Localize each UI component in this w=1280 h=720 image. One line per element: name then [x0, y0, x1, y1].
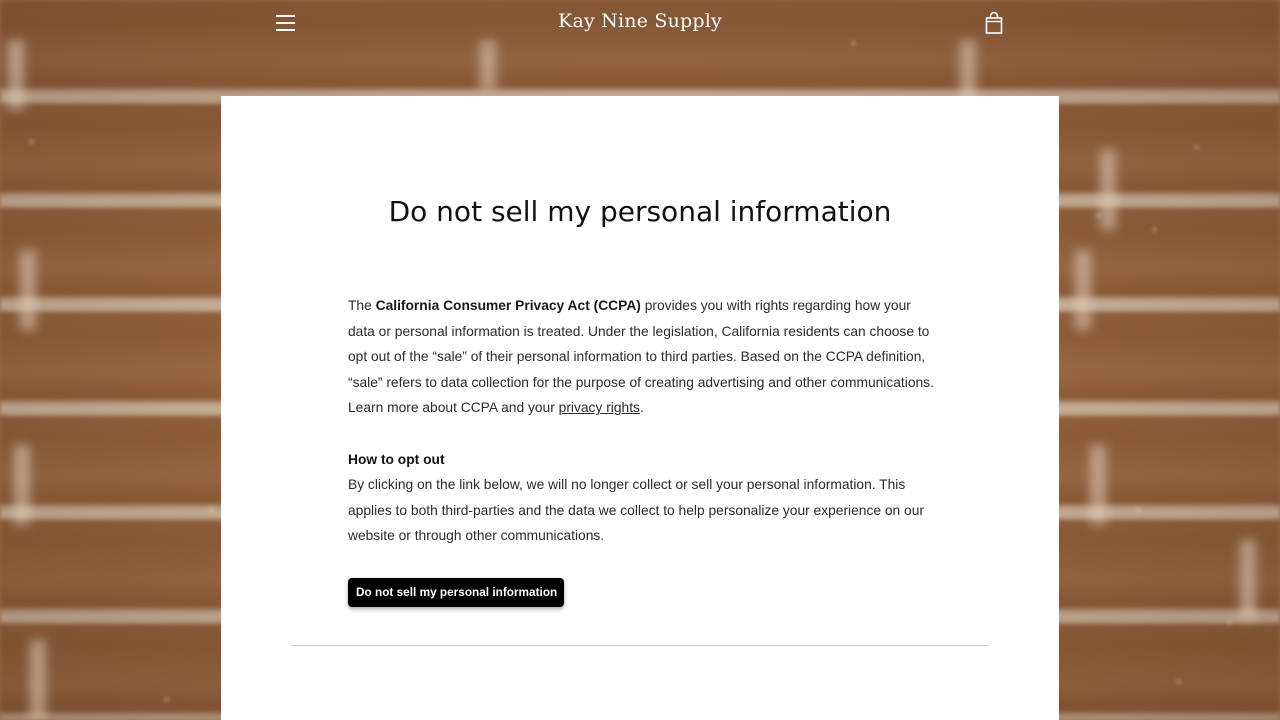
- do-not-sell-button[interactable]: Do not sell my personal information: [348, 578, 565, 607]
- opt-out-paragraph: By clicking on the link below, we will n…: [348, 477, 924, 544]
- page-title: Do not sell my personal information: [388, 195, 892, 228]
- ccpa-intro-paragraph: The California Consumer Privacy Act (CCP…: [348, 293, 940, 421]
- content-card: Do not sell my personal information The …: [221, 96, 1059, 720]
- section-divider: [292, 645, 988, 646]
- store-logo-link[interactable]: Kay Nine Supply: [440, 10, 840, 32]
- intro-prefix: The: [348, 298, 376, 313]
- opt-out-heading: How to opt out: [348, 451, 445, 467]
- shopping-bag-icon[interactable]: [983, 11, 1005, 35]
- site-header: Kay Nine Supply: [0, 0, 1280, 48]
- privacy-rights-link[interactable]: privacy rights: [559, 400, 640, 415]
- hamburger-menu-icon[interactable]: [274, 12, 298, 34]
- policy-text: The California Consumer Privacy Act (CCP…: [348, 293, 940, 549]
- ccpa-act-name: California Consumer Privacy Act (CCPA): [375, 298, 641, 313]
- intro-suffix: .: [639, 400, 644, 416]
- intro-body: provides you with rights regarding how y…: [348, 298, 934, 416]
